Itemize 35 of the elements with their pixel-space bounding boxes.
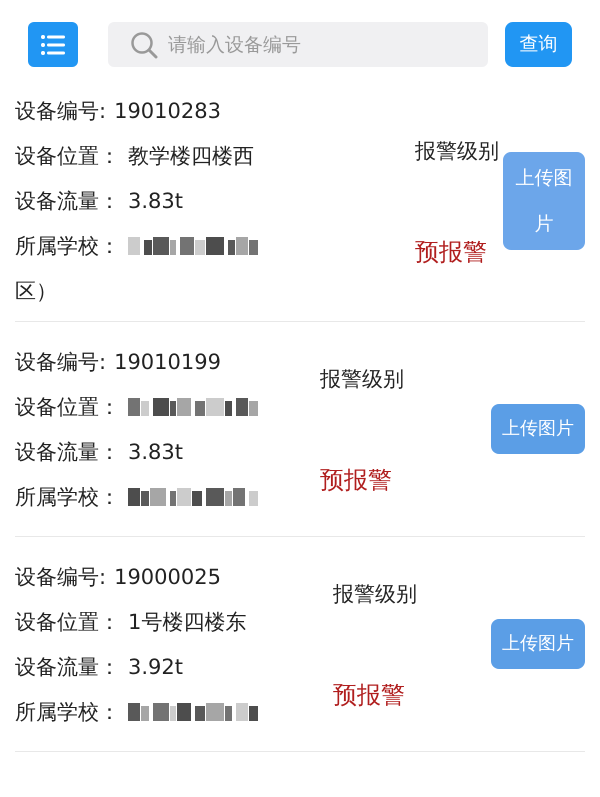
field-label: 设备编号:: [15, 98, 106, 125]
field-label: 设备流量：: [15, 188, 120, 215]
field-value: 3.83t: [128, 438, 183, 466]
alarm-level-value: 预报警: [333, 680, 405, 710]
alarm-level-label: 报警级别: [320, 366, 404, 392]
upload-image-button[interactable]: 上传图片: [491, 404, 585, 454]
alarm-level-label: 报警级别: [415, 138, 499, 164]
alarm-level-value: 预报警: [320, 464, 392, 496]
field-value: 19010199: [114, 348, 221, 376]
field-value: 3.83t: [128, 188, 183, 215]
field-label: 设备编号:: [15, 348, 106, 376]
query-button[interactable]: 查询: [505, 22, 572, 67]
field-label: 设备流量：: [15, 438, 120, 466]
search-field[interactable]: 请输入设备编号: [108, 22, 488, 67]
upload-image-button[interactable]: 上传图片: [503, 152, 585, 250]
search-icon: [130, 31, 158, 59]
field-label: 所属学校：: [15, 233, 120, 260]
alarm-level-value: 预报警: [415, 236, 487, 268]
field-value: 19000025: [114, 564, 221, 590]
field-label: 所属学校：: [15, 698, 120, 726]
field-label: 设备位置：: [15, 608, 120, 636]
field-value: 区）: [15, 278, 58, 305]
upload-image-button[interactable]: 上传图片: [491, 619, 585, 669]
field-label: 设备流量：: [15, 654, 120, 680]
field-label: 设备位置：: [15, 394, 120, 420]
menu-button[interactable]: [28, 22, 78, 67]
field-label: 设备位置：: [15, 143, 120, 170]
field-label: 所属学校：: [15, 484, 120, 510]
alarm-level-label: 报警级别: [333, 580, 417, 608]
field-value: 1号楼四楼东: [128, 608, 246, 636]
field-label: 设备编号:: [15, 564, 106, 590]
field-value: 3.92t: [128, 654, 183, 680]
field-value: 教学楼四楼西: [128, 143, 254, 170]
list-icon: [41, 34, 65, 54]
field-value: 19010283: [114, 98, 221, 125]
